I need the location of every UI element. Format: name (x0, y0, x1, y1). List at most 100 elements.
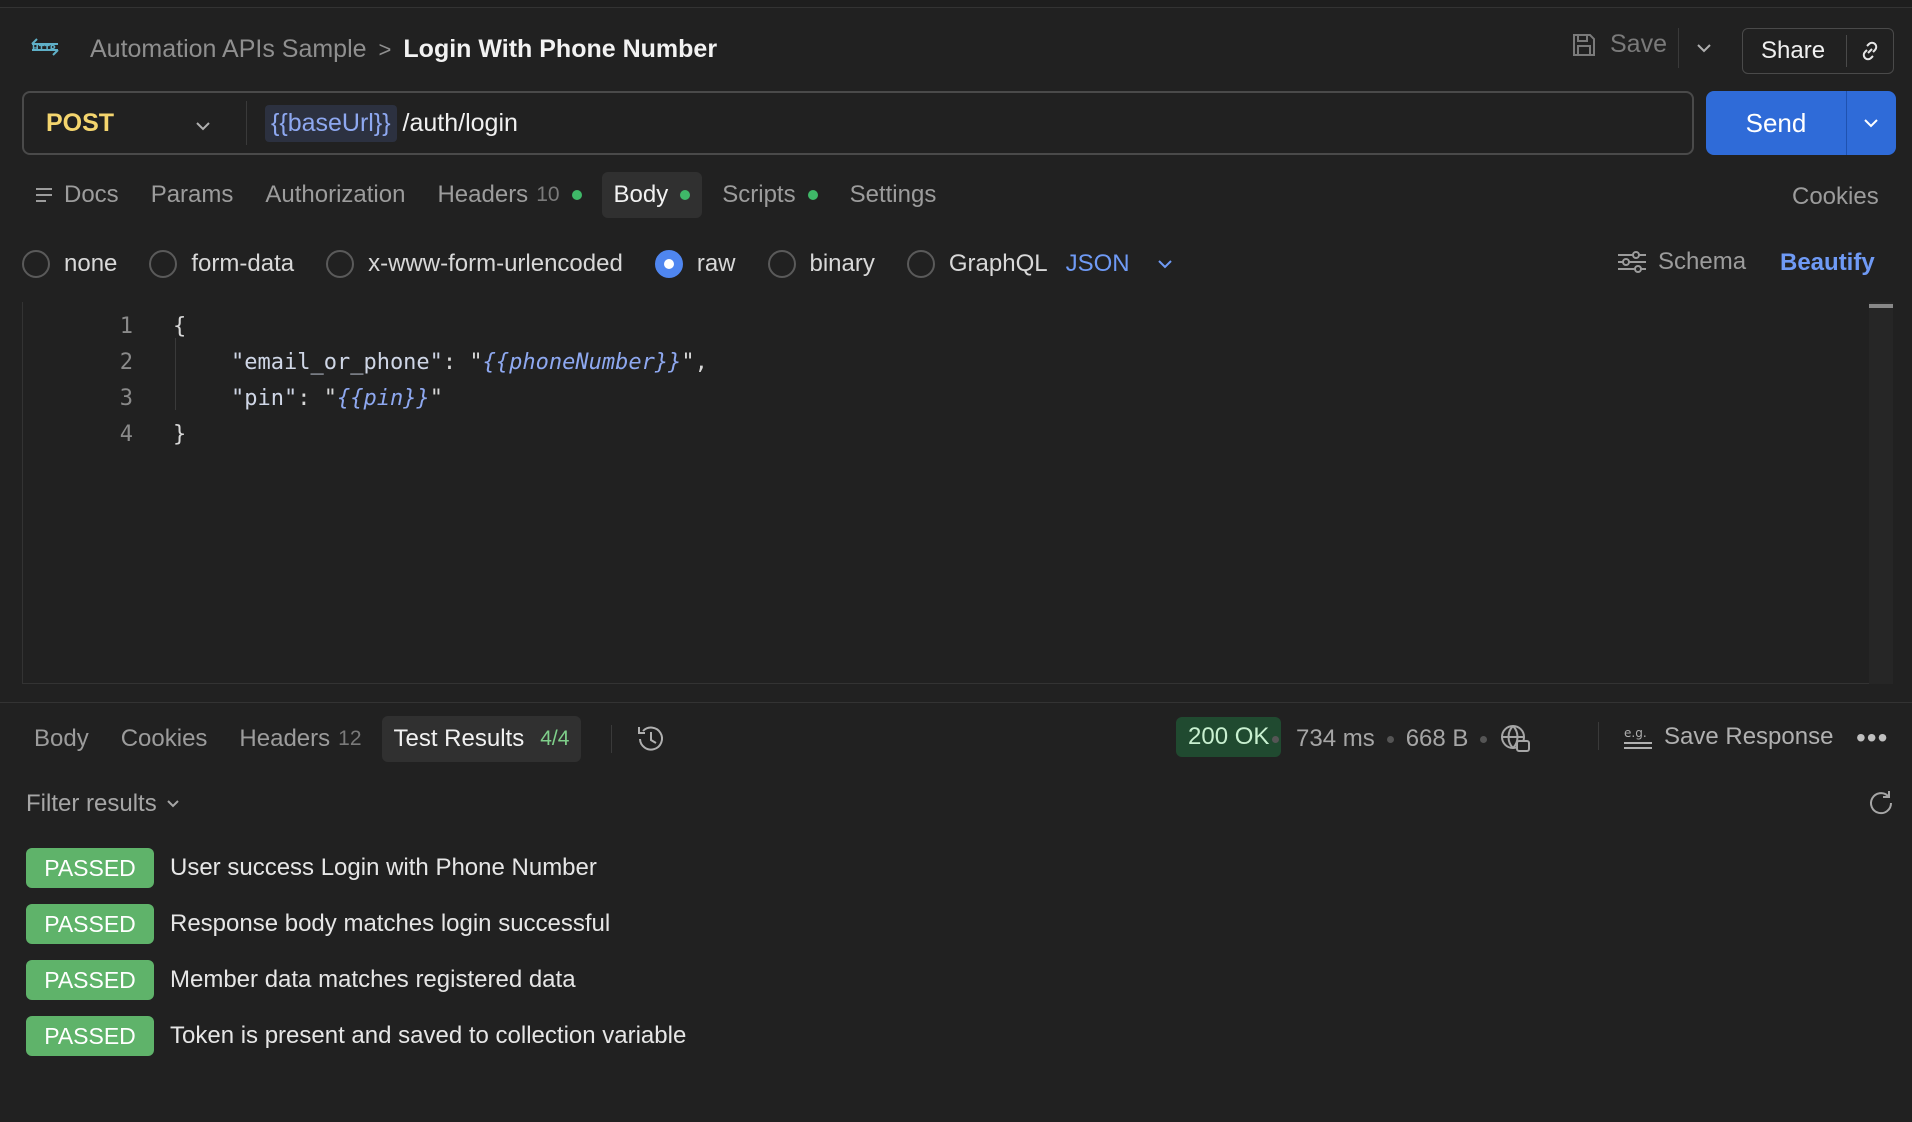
tab-docs[interactable]: Docs (22, 172, 131, 218)
send-options-button[interactable] (1847, 114, 1895, 132)
response-meta: 734 ms 668 B (1272, 723, 1531, 755)
code-line: 3 "pin": "{{pin}}" (23, 380, 443, 416)
save-divider (1678, 28, 1679, 68)
send-button[interactable]: Send (1706, 108, 1846, 139)
tab-label: Headers (239, 725, 331, 752)
response-tab-test-results[interactable]: Test Results 4/4 (381, 716, 582, 762)
send-group: Send (1706, 91, 1896, 155)
tab-label: Docs (64, 181, 119, 208)
body-type-form-data[interactable]: form-data (149, 250, 294, 278)
line-number: 3 (119, 385, 133, 411)
tab-settings[interactable]: Settings (838, 172, 949, 218)
test-name: User success Login with Phone Number (170, 854, 597, 881)
response-tab-cookies[interactable]: Cookies (109, 716, 220, 762)
save-response-button[interactable]: e.g. Save Response (1622, 723, 1833, 751)
save-button[interactable]: Save (1570, 30, 1667, 59)
radio-button[interactable] (326, 250, 355, 278)
radio-button[interactable] (767, 250, 796, 278)
json-key: "email_or_phone" (231, 349, 443, 375)
body-type-raw[interactable]: raw (654, 250, 736, 278)
schema-label: Schema (1658, 248, 1747, 275)
page-title[interactable]: Login With Phone Number (403, 35, 717, 64)
chevron-down-icon (196, 122, 210, 131)
url-variable[interactable]: {{baseUrl}} (265, 104, 397, 142)
breadcrumb-collection[interactable]: Automation APIs Sample (90, 35, 367, 64)
history-button[interactable] (634, 722, 668, 756)
response-tab-body[interactable]: Body (22, 716, 101, 762)
response-size[interactable]: 668 B (1406, 725, 1469, 753)
response-time[interactable]: 734 ms (1296, 725, 1375, 753)
more-options-icon[interactable]: ••• (1856, 722, 1888, 754)
modified-indicator (680, 190, 691, 200)
response-divider[interactable] (0, 702, 1912, 703)
filter-label: Filter results (26, 790, 157, 817)
code-line: 4 } (23, 416, 187, 452)
svg-text:HTTP: HTTP (32, 44, 56, 53)
radio-label: none (64, 250, 118, 277)
body-type-graphql[interactable]: GraphQL (906, 250, 1048, 278)
code-text: "pin": "{{pin}}" (231, 385, 443, 411)
tab-label: Headers (437, 181, 529, 208)
share-group: Share (1742, 28, 1894, 74)
cookies-link[interactable]: Cookies (1792, 183, 1879, 211)
body-type-binary[interactable]: binary (767, 250, 875, 278)
body-type-none[interactable]: none (22, 250, 117, 278)
tab-label: Body (34, 725, 89, 752)
editor-scrollbar[interactable] (1869, 302, 1893, 684)
line-number: 1 (119, 313, 133, 339)
raw-format-select[interactable]: JSON (1066, 250, 1174, 278)
radio-button[interactable] (906, 250, 935, 278)
code-text: } (173, 421, 187, 447)
copy-link-button[interactable] (1847, 39, 1893, 63)
tab-label: Params (150, 181, 234, 208)
body-type-urlencoded[interactable]: x-www-form-urlencoded (326, 250, 623, 278)
test-name: Member data matches registered data (170, 966, 576, 993)
network-globe-icon[interactable] (1499, 723, 1531, 755)
request-header: HTTP Automation APIs Sample > Login With… (0, 8, 1912, 78)
svg-text:e.g.: e.g. (1624, 726, 1647, 740)
body-code-editor[interactable]: 1 { 2 "email_or_phone": "{{phoneNumber}}… (22, 302, 1893, 684)
window-top-edge (0, 0, 1912, 8)
tab-label: Test Results (393, 725, 525, 752)
link-icon (1862, 41, 1878, 61)
schema-button[interactable]: Schema (1616, 248, 1746, 276)
radio-button-selected[interactable] (654, 250, 683, 278)
history-icon (638, 726, 664, 751)
beautify-button[interactable]: Beautify (1780, 249, 1875, 277)
json-key: "pin" (231, 385, 298, 411)
url-input[interactable]: {{baseUrl}} /auth/login (247, 104, 518, 142)
headers-count: 10 (536, 183, 560, 206)
format-label: JSON (1065, 250, 1130, 277)
breadcrumb-separator: > (378, 36, 392, 62)
share-button[interactable]: Share (1743, 37, 1846, 65)
docs-icon (36, 188, 52, 202)
meta-dot (1480, 735, 1488, 743)
test-result-row: PASSED User success Login with Phone Num… (26, 848, 686, 888)
headers-count: 12 (338, 727, 362, 750)
code-line: 1 { (23, 308, 187, 344)
sliders-icon (1618, 251, 1646, 273)
filter-results-dropdown[interactable]: Filter results (26, 790, 181, 818)
tab-body[interactable]: Body (601, 172, 703, 218)
method-select[interactable]: POST (24, 93, 246, 153)
json-value: {{phoneNumber}} (482, 349, 682, 375)
radio-button[interactable] (22, 250, 50, 278)
save-options-chevron-icon[interactable] (1694, 38, 1714, 58)
passed-badge: PASSED (26, 904, 154, 944)
tab-label: Authorization (265, 181, 406, 208)
code-text: { (173, 313, 187, 339)
tabs-separator (611, 725, 613, 753)
status-badge[interactable]: 200 OK (1176, 717, 1282, 757)
tab-authorization[interactable]: Authorization (253, 172, 417, 218)
tab-scripts[interactable]: Scripts (710, 172, 829, 218)
example-icon: e.g. (1624, 726, 1652, 749)
tab-headers[interactable]: Headers 10 (425, 172, 593, 218)
chevron-down-icon (1157, 260, 1172, 269)
tab-params[interactable]: Params (139, 172, 246, 218)
http-request-icon: HTTP (31, 38, 59, 56)
response-tab-headers[interactable]: Headers 12 (227, 716, 373, 762)
refresh-icon[interactable] (1866, 788, 1896, 818)
modified-indicator (807, 190, 818, 200)
radio-label: form-data (191, 250, 295, 277)
radio-button[interactable] (149, 250, 178, 278)
